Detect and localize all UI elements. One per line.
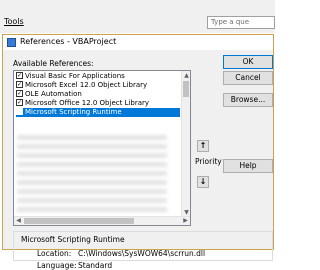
scroll-left-icon[interactable]: ◀: [14, 217, 23, 225]
reference-checkbox[interactable]: ✓: [16, 89, 23, 97]
reference-checkbox[interactable]: ✓: [16, 80, 23, 88]
priority-down-button[interactable]: ↓: [197, 176, 209, 188]
reference-checkbox[interactable]: ✓: [16, 98, 23, 106]
reference-details-title: Microsoft Scripting Runtime: [21, 235, 125, 244]
vertical-scroll-thumb[interactable]: [183, 81, 189, 97]
cancel-button[interactable]: Cancel: [223, 71, 273, 85]
vba-project-icon: [7, 38, 16, 47]
location-value: C:\Windows\SysWOW64\scrrun.dll: [78, 249, 206, 258]
reference-checkbox[interactable]: ✓: [16, 71, 23, 79]
priority-label: Priority: [195, 157, 222, 166]
location-label: Location:: [37, 249, 72, 258]
reference-item[interactable]: ✓ Microsoft Excel 12.0 Object Library: [16, 80, 180, 90]
language-value: Standard: [78, 261, 113, 270]
reference-label: OLE Automation: [25, 90, 82, 98]
menu-tools[interactable]: Tools: [4, 17, 24, 26]
available-references-label: Available References:: [13, 59, 94, 68]
language-label: Language:: [37, 261, 77, 270]
dialog-titlebar: References - VBAProject: [3, 35, 273, 50]
reference-label: Visual Basic For Applications: [25, 72, 125, 80]
reference-label: Microsoft Scripting Runtime: [25, 108, 122, 116]
reference-checkbox[interactable]: ✓: [16, 107, 23, 115]
ok-button[interactable]: OK: [223, 55, 273, 69]
horizontal-scrollbar[interactable]: ◀ ▶: [14, 216, 190, 225]
priority-up-button[interactable]: ↑: [197, 140, 209, 152]
scroll-right-icon[interactable]: ▶: [181, 217, 190, 225]
reference-item[interactable]: ✓ Microsoft Office 12.0 Object Library: [16, 98, 180, 108]
references-listbox[interactable]: ✓ Visual Basic For Applications ✓ Microsof…: [13, 70, 191, 226]
reference-label: Microsoft Excel 12.0 Object Library: [25, 81, 148, 89]
ask-question-input[interactable]: Type a que: [207, 16, 275, 29]
horizontal-scroll-thumb[interactable]: [24, 218, 134, 224]
dialog-title: References - VBAProject: [20, 37, 117, 46]
help-button[interactable]: Help: [223, 159, 273, 173]
scroll-up-icon[interactable]: ▲: [182, 71, 190, 80]
reference-item[interactable]: ✓ OLE Automation: [16, 89, 180, 99]
references-dialog: References - VBAProject Available Refere…: [2, 34, 274, 270]
arrow-down-icon: ↓: [199, 177, 207, 186]
browse-button[interactable]: Browse...: [223, 93, 273, 107]
reference-item-selected[interactable]: ✓ Microsoft Scripting Runtime: [16, 107, 180, 117]
arrow-up-icon: ↑: [199, 141, 207, 150]
reference-item[interactable]: ✓ Visual Basic For Applications: [16, 71, 180, 81]
reference-label: Microsoft Office 12.0 Object Library: [25, 99, 150, 107]
vertical-scrollbar[interactable]: ▲ ▼: [181, 71, 190, 217]
tools-label: Tools: [4, 17, 24, 26]
obscured-reference-list: [17, 135, 167, 215]
